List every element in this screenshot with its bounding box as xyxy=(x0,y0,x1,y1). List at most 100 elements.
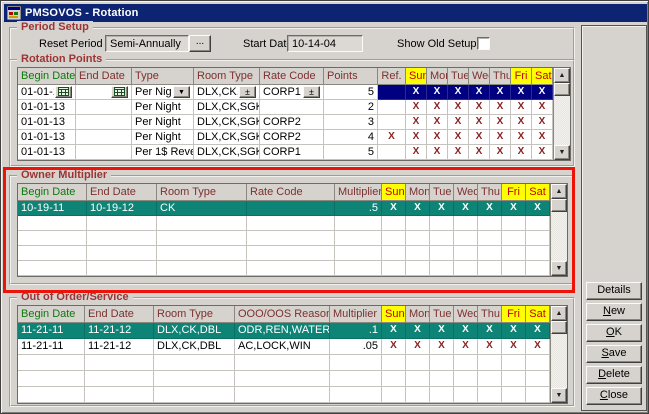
scroll-up-button[interactable]: ▲ xyxy=(551,184,567,199)
cell-end-date[interactable]: 11-21-12 xyxy=(85,323,154,339)
close-button[interactable]: Close xyxy=(586,387,642,405)
cell-wed[interactable]: X xyxy=(469,130,490,145)
cell-ooo-oos-reason[interactable] xyxy=(235,355,330,371)
cell-mon[interactable]: X xyxy=(427,130,448,145)
cell-begin-date[interactable] xyxy=(18,231,87,246)
cell-end-date[interactable] xyxy=(87,261,157,276)
cell-rate-code[interactable] xyxy=(247,231,335,246)
cell-mon[interactable]: X xyxy=(427,145,448,160)
cell-sat[interactable] xyxy=(526,261,550,276)
cell-mon[interactable]: X xyxy=(406,339,430,355)
cell-sat[interactable]: X xyxy=(532,115,553,130)
scrollbar-track[interactable] xyxy=(551,212,567,261)
scroll-down-button[interactable]: ▼ xyxy=(551,261,567,276)
cell-points[interactable]: 4 xyxy=(324,130,378,145)
cell-end-date[interactable] xyxy=(85,387,154,403)
cell-thu[interactable]: X xyxy=(490,115,511,130)
cell-thu[interactable] xyxy=(478,216,502,231)
cell-tue[interactable]: X xyxy=(448,115,469,130)
cell-begin-date[interactable]: 10-19-11 xyxy=(18,201,87,216)
cell-thu[interactable] xyxy=(478,387,502,403)
cell-fri[interactable]: X xyxy=(511,130,532,145)
cell-mon[interactable]: X xyxy=(427,115,448,130)
cell-fri[interactable] xyxy=(502,371,526,387)
cell-sat[interactable]: X xyxy=(526,323,550,339)
cell-mon[interactable] xyxy=(406,387,430,403)
cell-sat[interactable] xyxy=(526,216,550,231)
cell-rate-code[interactable] xyxy=(260,100,324,115)
cell-ooo-oos-reason[interactable]: ODR,REN,WATER xyxy=(235,323,330,339)
show-old-setup-checkbox[interactable] xyxy=(477,37,490,50)
cell-begin-date[interactable] xyxy=(18,371,85,387)
cell-sat[interactable]: X xyxy=(526,201,550,216)
vertical-scrollbar[interactable]: ▲ ▼ xyxy=(553,68,570,160)
cell-sat[interactable] xyxy=(526,231,550,246)
cell-mon[interactable] xyxy=(406,246,430,261)
cell-room-type[interactable] xyxy=(157,216,247,231)
cell-wed[interactable]: X xyxy=(454,201,478,216)
cell-room-type[interactable]: DLX,CK,SGK,K) xyxy=(194,115,260,130)
scrollbar-track[interactable] xyxy=(551,334,567,388)
cell-rate-code[interactable] xyxy=(247,261,335,276)
cell-rate-code[interactable] xyxy=(247,246,335,261)
cell-sun[interactable] xyxy=(382,216,406,231)
cell-mon[interactable]: X xyxy=(406,323,430,339)
cell-fri[interactable]: X xyxy=(511,85,532,100)
cell-sun[interactable]: X xyxy=(406,100,427,115)
cell-points[interactable]: 3 xyxy=(324,115,378,130)
scroll-down-button[interactable]: ▼ xyxy=(551,388,567,403)
cell-sun[interactable]: X xyxy=(382,339,406,355)
cell-type[interactable]: Per Night xyxy=(132,130,194,145)
cell-sun[interactable] xyxy=(382,231,406,246)
title-bar[interactable]: PMSOVOS - Rotation xyxy=(4,4,647,22)
cell-room-type[interactable] xyxy=(154,355,235,371)
cell-end-date[interactable] xyxy=(85,371,154,387)
cell-fri[interactable]: X xyxy=(511,145,532,160)
cell-type[interactable]: Per 1$ Revenu xyxy=(132,145,194,160)
cell-room-type[interactable] xyxy=(157,246,247,261)
cell-room-type[interactable] xyxy=(154,371,235,387)
cell-begin-date[interactable] xyxy=(18,387,85,403)
cell-wed[interactable] xyxy=(454,355,478,371)
cell-wed[interactable] xyxy=(454,371,478,387)
cell-ref[interactable] xyxy=(378,115,406,130)
save-button[interactable]: Save xyxy=(586,345,642,363)
cell-begin-date[interactable] xyxy=(18,246,87,261)
cell-wed[interactable] xyxy=(454,261,478,276)
calendar-button[interactable] xyxy=(111,86,128,98)
cell-tue[interactable]: X xyxy=(430,323,454,339)
cell-fri[interactable] xyxy=(502,261,526,276)
cell-mon[interactable] xyxy=(406,371,430,387)
cell-sun[interactable] xyxy=(382,371,406,387)
cell-sun[interactable]: X xyxy=(406,130,427,145)
cell-multiplier[interactable] xyxy=(335,231,382,246)
cell-multiplier[interactable] xyxy=(335,261,382,276)
plus-minus-button[interactable]: ± xyxy=(239,86,256,98)
cell-rate-code[interactable]: CORP2 xyxy=(260,130,324,145)
scrollbar-thumb[interactable] xyxy=(554,83,570,96)
cell-ooo-oos-reason[interactable] xyxy=(235,371,330,387)
cell-sun[interactable]: X xyxy=(382,201,406,216)
cell-multiplier[interactable] xyxy=(330,387,382,403)
new-button[interactable]: New xyxy=(586,303,642,321)
vertical-scrollbar[interactable]: ▲ ▼ xyxy=(550,306,567,403)
cell-wed[interactable] xyxy=(454,216,478,231)
cell-wed[interactable]: X xyxy=(454,323,478,339)
cell-mon[interactable] xyxy=(406,355,430,371)
cell-thu[interactable] xyxy=(478,371,502,387)
cell-sat[interactable] xyxy=(526,246,550,261)
cell-end-date[interactable] xyxy=(76,130,132,145)
cell-tue[interactable]: X xyxy=(448,85,469,100)
cell-room-type[interactable]: DLX,CK,SGI± xyxy=(194,85,260,100)
cell-tue[interactable] xyxy=(430,371,454,387)
cell-multiplier[interactable]: .1 xyxy=(330,323,382,339)
cell-room-type[interactable] xyxy=(157,231,247,246)
cell-type[interactable]: Per Night xyxy=(132,115,194,130)
cell-begin-date[interactable] xyxy=(18,216,87,231)
cell-wed[interactable] xyxy=(454,246,478,261)
scrollbar-track[interactable] xyxy=(554,96,570,145)
cell-multiplier[interactable] xyxy=(330,371,382,387)
cell-mon[interactable]: X xyxy=(427,100,448,115)
cell-tue[interactable] xyxy=(430,246,454,261)
cell-room-type[interactable]: DLX,CK,DBL xyxy=(154,339,235,355)
